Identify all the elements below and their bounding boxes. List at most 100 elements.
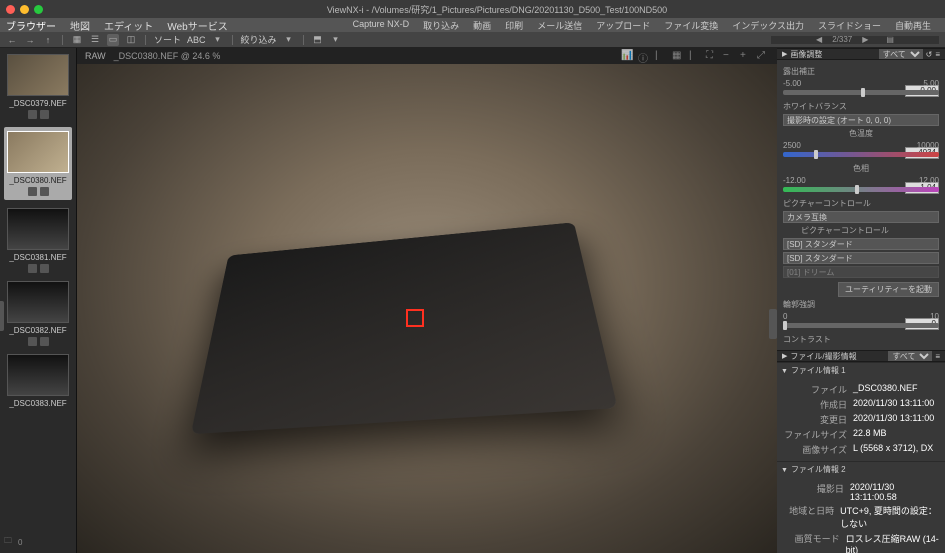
pc-option-2[interactable]: [SD] スタンダード <box>783 252 939 264</box>
menu-import[interactable]: 取り込み <box>423 19 459 32</box>
subsection-file1[interactable]: ▼ファイル情報 1 <box>777 362 945 378</box>
thumbnail-image[interactable] <box>7 208 69 250</box>
nav-up-icon[interactable]: ↑ <box>42 34 54 46</box>
zoom-in-icon[interactable]: + <box>740 50 752 62</box>
nav-back-icon[interactable]: ← <box>6 34 18 46</box>
vert-sep: | <box>655 50 667 62</box>
view-list-icon[interactable]: ☰ <box>89 34 101 46</box>
adjustments-panel: ▶ 画像調整 すべて ↺ ≡ 露出補正 -5.005.00 0.00 ホワイトバ… <box>777 48 945 553</box>
launch-utility-button[interactable]: ユーティリティーを起動 <box>838 282 939 297</box>
thumb-item[interactable]: _DSC0383.NEF <box>4 354 72 408</box>
menu-slideshow[interactable]: スライドショー <box>818 19 881 32</box>
wb-mode-select[interactable]: 撮影時の設定 (オート 0, 0, 0) <box>783 114 939 126</box>
left-panel-handle[interactable] <box>0 301 4 331</box>
thumb-item[interactable]: _DSC0381.NEF <box>4 208 72 273</box>
thumb-label: _DSC0381.NEF <box>4 253 72 262</box>
tray-icon[interactable]: 🗀 <box>4 535 12 549</box>
tag-icon[interactable]: ⬒ <box>312 34 324 46</box>
wb-label: ホワイトバランス <box>783 101 939 112</box>
preset-select[interactable]: すべて <box>879 49 923 59</box>
histogram-icon[interactable]: 📊 <box>621 50 633 62</box>
sharp-slider[interactable]: 010 0 <box>783 312 939 328</box>
chevron-down-icon: ▶ <box>782 352 787 360</box>
thumbnail-strip: _DSC0379.NEF _DSC0380.NEF _DSC0381.NEF _… <box>0 48 77 553</box>
thumbnail-image[interactable] <box>7 54 69 96</box>
zoom-out-icon[interactable]: − <box>723 50 735 62</box>
main-tabs: ブラウザー 地図 エディット Webサービス Capture NX-D 取り込み… <box>0 18 945 32</box>
tint-slider[interactable]: -12.0012.00 -1.04 <box>783 176 939 192</box>
thumb-label: _DSC0382.NEF <box>4 326 72 335</box>
view-compare-icon[interactable]: ◫ <box>125 34 137 46</box>
menu-icon[interactable]: ≡ <box>935 50 940 59</box>
menu-mail[interactable]: メール送信 <box>537 19 582 32</box>
raw-badge: RAW <box>85 51 106 61</box>
menu-movie[interactable]: 動画 <box>473 19 491 32</box>
fullscreen-icon[interactable]: ⤢ <box>757 50 769 62</box>
top-menu: Capture NX-D 取り込み 動画 印刷 メール送信 アップロード ファイ… <box>353 19 939 32</box>
grid-icon[interactable]: ▦ <box>672 50 684 62</box>
minimize-icon[interactable] <box>20 5 29 14</box>
tray-count: 0 <box>18 538 22 547</box>
image-canvas[interactable] <box>77 64 777 553</box>
tab-browser[interactable]: ブラウザー <box>6 18 56 33</box>
temp-label: 色温度 <box>783 128 939 139</box>
counter-menu-icon[interactable]: ▤ <box>886 35 894 44</box>
close-icon[interactable] <box>6 5 15 14</box>
vert-sep: | <box>689 50 701 62</box>
section-file-info[interactable]: ▶ ファイル/撮影情報 すべて ≡ <box>777 350 945 362</box>
section-title: 画像調整 <box>790 49 822 60</box>
viewer-info-bar: RAW _DSC0380.NEF @ 24.6 % 📊 ⓘ | ▦ | ⛶ − … <box>77 48 777 64</box>
thumbnail-image[interactable] <box>7 354 69 396</box>
chevron-down-icon: ▶ <box>782 50 787 58</box>
thumb-label: _DSC0379.NEF <box>4 99 72 108</box>
subsection-file2[interactable]: ▼ファイル情報 2 <box>777 461 945 477</box>
picture-control-label: ピクチャーコントロール <box>783 198 939 209</box>
zoom-icon[interactable] <box>34 5 43 14</box>
thumbnail-image[interactable] <box>7 131 69 173</box>
page-counter: ◀ 2/337 ▶ ▤ <box>771 36 939 44</box>
picture-control-select[interactable]: カメラ互換 <box>783 211 939 223</box>
menu-icon[interactable]: ≡ <box>935 352 940 361</box>
filter-dropdown-icon[interactable]: ▾ <box>283 34 295 46</box>
section-title: ファイル/撮影情報 <box>790 351 856 362</box>
thumb-item[interactable]: _DSC0379.NEF <box>4 54 72 119</box>
right-panel-handle[interactable] <box>769 309 777 339</box>
image-viewer: RAW _DSC0380.NEF @ 24.6 % 📊 ⓘ | ▦ | ⛶ − … <box>77 48 777 553</box>
thumbnail-image[interactable] <box>7 281 69 323</box>
temp-slider[interactable]: 250010000 4034 <box>783 141 939 157</box>
thumb-item[interactable]: _DSC0382.NEF <box>4 281 72 346</box>
reset-icon[interactable]: ↺ <box>926 50 933 59</box>
menu-print[interactable]: 印刷 <box>505 19 523 32</box>
info-icon[interactable]: ⓘ <box>638 50 650 62</box>
view-single-icon[interactable]: ▭ <box>107 34 119 46</box>
tab-map[interactable]: 地図 <box>70 18 90 33</box>
view-thumb-icon[interactable]: ▦ <box>71 34 83 46</box>
sharp-label: 輪郭強調 <box>783 299 939 310</box>
sort-mode[interactable]: ABC <box>187 35 206 45</box>
focus-point-indicator <box>406 309 424 327</box>
menu-capture-nxd[interactable]: Capture NX-D <box>353 19 410 32</box>
nav-fwd-icon[interactable]: → <box>24 34 36 46</box>
menu-convert[interactable]: ファイル変換 <box>664 19 718 32</box>
prev-image-icon[interactable]: ◀ <box>816 35 822 44</box>
menu-autoplay[interactable]: 自動再生 <box>895 19 931 32</box>
tag-dropdown-icon[interactable]: ▾ <box>330 34 342 46</box>
pc-option-1[interactable]: [SD] スタンダード <box>783 238 939 250</box>
titlebar: ViewNX-i - /Volumes/研究/1_Pictures/Pictur… <box>0 0 945 18</box>
tab-web[interactable]: Webサービス <box>167 18 227 33</box>
thumb-item-selected[interactable]: _DSC0380.NEF <box>4 127 72 200</box>
zoom-fit-icon[interactable]: ⛶ <box>706 50 718 62</box>
tab-edit[interactable]: エディット <box>104 18 153 33</box>
menu-index[interactable]: インデックス出力 <box>732 19 804 32</box>
next-image-icon[interactable]: ▶ <box>862 35 868 44</box>
exposure-slider[interactable]: -5.005.00 0.00 <box>783 79 939 95</box>
menu-upload[interactable]: アップロード <box>596 19 650 32</box>
thumb-label: _DSC0380.NEF <box>6 176 70 185</box>
section-image-adjust[interactable]: ▶ 画像調整 すべて ↺ ≡ <box>777 48 945 60</box>
filter-label[interactable]: 絞り込み <box>241 33 277 46</box>
sort-dir-icon[interactable]: ▾ <box>212 34 224 46</box>
window-controls <box>6 5 43 14</box>
pc-option-3: [01] ドリーム <box>783 266 939 278</box>
fileinfo-preset[interactable]: すべて <box>888 351 932 361</box>
contrast-label: コントラスト <box>783 334 939 345</box>
